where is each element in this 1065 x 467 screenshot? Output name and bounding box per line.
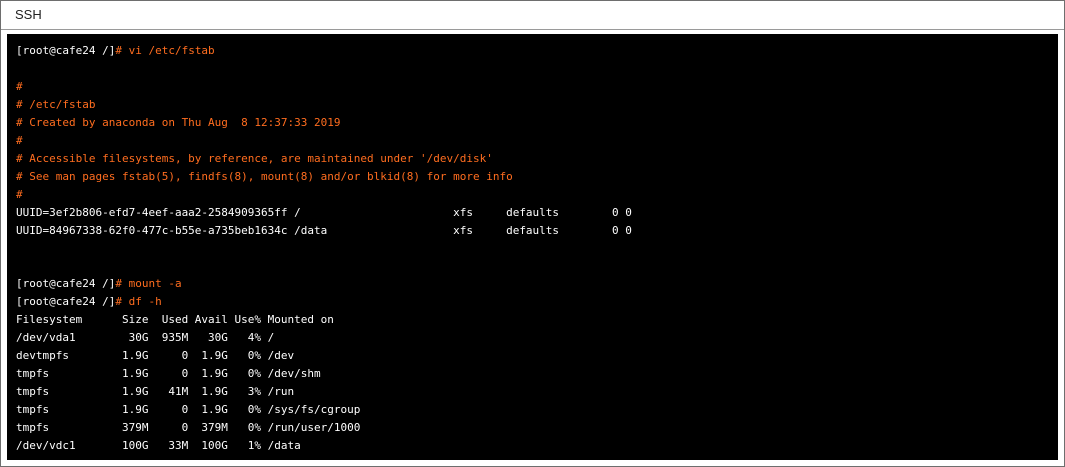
terminal-screen[interactable]: [root@cafe24 /]# vi /etc/fstab # # /etc/… (7, 34, 1058, 460)
df-row-line: /dev/vdc1 100G 33M 100G 1% /data (16, 439, 301, 452)
df-row-line: /dev/vda1 30G 935M 30G 4% / (16, 331, 275, 344)
df-row-line: tmpfs 1.9G 0 1.9G 0% /dev/shm (16, 367, 321, 380)
df-header-line: Filesystem Size Used Avail Use% Mounted … (16, 313, 334, 326)
df-row-line: devtmpfs 1.9G 0 1.9G 0% /dev (16, 349, 295, 362)
ssh-window: SSH [root@cafe24 /]# vi /etc/fstab # # /… (0, 0, 1065, 467)
window-titlebar: SSH (1, 1, 1064, 30)
command: # vi /etc/fstab (115, 44, 215, 57)
df-row-line: tmpfs 379M 0 379M 0% /run/user/1000 (16, 421, 361, 434)
fstab-entry-line: UUID=84967338-62f0-477c-b55e-a735beb1634… (16, 224, 632, 237)
command: # mount -a (115, 277, 182, 290)
terminal-line-prompt: [root@cafe24 /]# df -h (16, 295, 162, 308)
fstab-comment-line: # (16, 80, 23, 93)
window-title: SSH (15, 7, 42, 22)
df-row-line: tmpfs 1.9G 41M 1.9G 3% /run (16, 385, 295, 398)
fstab-comment-line: # (16, 134, 23, 147)
fstab-entry-line: UUID=3ef2b806-efd7-4eef-aaa2-2584909365f… (16, 206, 632, 219)
fstab-comment-line: # See man pages fstab(5), findfs(8), mou… (16, 170, 513, 183)
fstab-comment-line: # Created by anaconda on Thu Aug 8 12:37… (16, 116, 341, 129)
fstab-comment-line: # (16, 188, 23, 201)
terminal-line-prompt: [root@cafe24 /]# mount -a (16, 277, 182, 290)
prompt: [root@cafe24 /] (16, 277, 116, 290)
prompt: [root@cafe24 /] (16, 295, 116, 308)
fstab-comment-line: # Accessible filesystems, by reference, … (16, 152, 493, 165)
df-row-line: tmpfs 1.9G 0 1.9G 0% /sys/fs/cgroup (16, 403, 361, 416)
terminal-line-prompt: [root@cafe24 /]# vi /etc/fstab (16, 44, 215, 57)
command: # df -h (115, 295, 162, 308)
prompt: [root@cafe24 /] (16, 44, 116, 57)
fstab-comment-line: # /etc/fstab (16, 98, 96, 111)
